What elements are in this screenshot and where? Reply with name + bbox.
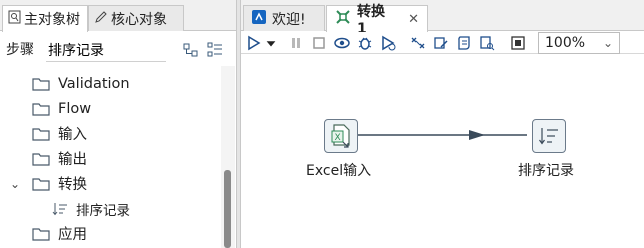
pause-icon[interactable] — [286, 33, 306, 53]
step-excel-input[interactable]: X — [324, 119, 358, 153]
step-label-excel-input: Excel输入 — [306, 163, 372, 179]
tree-item-label: 应用 — [58, 227, 87, 243]
folder-icon — [32, 77, 50, 91]
svg-text:X: X — [335, 133, 341, 143]
tree-folder-application[interactable]: 应用 — [0, 221, 222, 246]
run-dropdown-icon[interactable] — [264, 33, 278, 53]
tab-label: 主对象树 — [24, 12, 80, 28]
tab-label: 核心对象 — [111, 11, 167, 28]
tree-scrollbar-thumb[interactable] — [224, 170, 231, 248]
sql-icon[interactable] — [454, 33, 474, 53]
tab-transformation-1[interactable]: 转换 1 ✕ — [326, 4, 428, 37]
impact-icon[interactable] — [431, 33, 451, 53]
tab-label: 欢迎! — [272, 11, 306, 28]
folder-icon — [32, 127, 50, 141]
tree-step-sort-rows[interactable]: 排序记录 — [0, 196, 222, 221]
tree-item-label: Flow — [58, 100, 92, 117]
close-icon[interactable]: ✕ — [408, 12, 419, 27]
show-results-icon[interactable] — [508, 33, 528, 53]
chevron-down-icon[interactable]: ⌄ — [8, 177, 22, 191]
object-tree-icon — [8, 10, 21, 28]
step-search-input[interactable] — [46, 38, 166, 62]
tree-folder-flow[interactable]: Flow — [0, 96, 222, 121]
pencil-icon — [94, 10, 108, 28]
folder-icon — [32, 177, 50, 191]
step-search-label: 步骤 — [6, 42, 34, 58]
zoom-select[interactable]: 100% ⌄ — [538, 32, 620, 54]
tree-folder-validation[interactable]: Validation — [0, 71, 222, 96]
preview-icon[interactable] — [332, 33, 352, 53]
tree-item-label: 输入 — [58, 127, 87, 143]
debug-icon[interactable] — [355, 33, 375, 53]
sort-rows-icon — [539, 128, 558, 145]
folder-icon — [32, 102, 50, 116]
stop-icon[interactable] — [309, 33, 329, 53]
collapse-tree-icon[interactable] — [180, 39, 202, 61]
tree-folder-input[interactable]: 输入 — [0, 121, 222, 146]
expand-tree-icon[interactable] — [204, 39, 226, 61]
explore-db-icon[interactable] — [477, 33, 497, 53]
zoom-value: 100% — [545, 35, 586, 51]
excel-input-icon: X — [331, 124, 350, 148]
spoon-icon — [252, 9, 266, 28]
tree-folder-output[interactable]: 输出 — [0, 146, 222, 171]
chevron-down-icon: ⌄ — [602, 36, 613, 50]
step-label-sort-rows: 排序记录 — [518, 163, 574, 179]
tree-item-label: 排序记录 — [76, 202, 130, 219]
tab-main-object-tree[interactable]: 主对象树 — [2, 5, 88, 32]
verify-icon[interactable] — [408, 33, 428, 53]
tab-welcome[interactable]: 欢迎! — [243, 5, 325, 31]
tab-core-objects[interactable]: 核心对象 — [88, 5, 184, 31]
tree-item-label: Validation — [58, 75, 130, 92]
hop-arrow[interactable] — [357, 128, 532, 142]
run-icon[interactable] — [244, 33, 264, 53]
step-sort-rows[interactable] — [532, 119, 566, 153]
transformation-canvas[interactable] — [241, 55, 644, 248]
tree-item-label: 输出 — [58, 152, 87, 168]
tree-folder-transform[interactable]: ⌄ 转换 — [0, 171, 222, 196]
folder-icon — [32, 227, 50, 241]
tree-item-label: 转换 — [58, 177, 87, 193]
replay-icon[interactable] — [378, 33, 398, 53]
sort-rows-icon — [52, 202, 67, 215]
transformation-icon — [335, 9, 351, 29]
folder-icon — [32, 152, 50, 166]
